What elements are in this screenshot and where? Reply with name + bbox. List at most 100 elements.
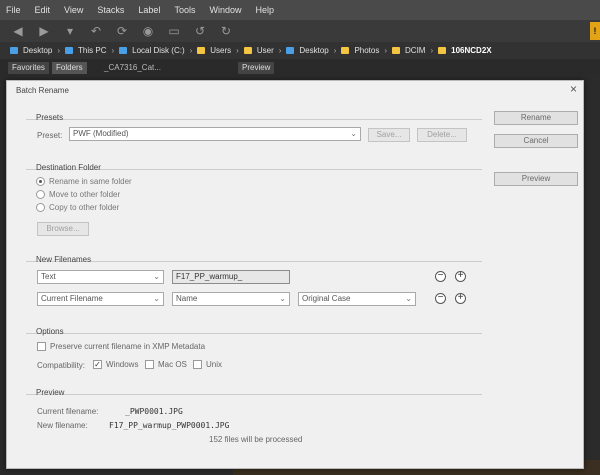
- current-filename-label: Current filename:: [37, 407, 99, 416]
- breadcrumb-item[interactable]: User: [257, 46, 274, 55]
- folder-icon: [197, 47, 206, 54]
- content-item-filename[interactable]: _CA7316_Cat...: [100, 62, 165, 74]
- menu-view[interactable]: View: [64, 5, 83, 15]
- folder-icon: [243, 47, 252, 54]
- reveal-icon[interactable]: ↶: [88, 24, 104, 38]
- back-icon[interactable]: ◀: [10, 24, 26, 38]
- radio-copy-other-folder[interactable]: Copy to other folder: [36, 203, 119, 212]
- preview-title: Preview: [36, 388, 65, 397]
- radio-rename-same-folder[interactable]: Rename in same folder: [36, 177, 132, 186]
- batch-rename-dialog: Batch Rename × Rename Cancel Preview Pre…: [6, 80, 584, 469]
- unix-checkbox[interactable]: Unix: [193, 360, 222, 369]
- breadcrumb-item[interactable]: Photos: [354, 46, 379, 55]
- radio-icon: [36, 190, 45, 199]
- options-group: Options: [26, 327, 482, 378]
- add-row-button[interactable]: +: [455, 293, 466, 304]
- text-token-input[interactable]: F17_PP_warmup_: [172, 270, 290, 284]
- checkbox-icon: [145, 360, 154, 369]
- menu-edit[interactable]: Edit: [35, 5, 51, 15]
- filename-part-select[interactable]: Name ⌄: [172, 292, 290, 306]
- breadcrumb-item[interactable]: Desktop: [23, 46, 52, 55]
- chevron-down-icon: ⌄: [350, 129, 357, 138]
- presets-title: Presets: [36, 113, 64, 122]
- preset-select-value: PWF (Modified): [73, 129, 129, 138]
- case-select[interactable]: Original Case ⌄: [298, 292, 416, 306]
- current-filename-value: _PWP0001.JPG: [125, 407, 183, 416]
- new-filenames-title: New Filenames: [36, 255, 92, 264]
- menu-file[interactable]: File: [6, 5, 21, 15]
- add-row-button[interactable]: +: [455, 271, 466, 282]
- breadcrumb-item[interactable]: DCIM: [405, 46, 425, 55]
- breadcrumb-current[interactable]: 106NCD2X: [451, 46, 491, 55]
- preview-button[interactable]: Preview: [494, 172, 578, 186]
- chevron-right-icon: ›: [57, 46, 61, 55]
- breadcrumb-item[interactable]: Local Disk (C:): [132, 46, 184, 55]
- radio-move-other-folder[interactable]: Move to other folder: [36, 190, 120, 199]
- breadcrumb-item[interactable]: Users: [210, 46, 231, 55]
- delete-preset-button[interactable]: Delete...: [417, 128, 467, 142]
- token-type-select-2[interactable]: Current Filename ⌄: [37, 292, 164, 306]
- radio-icon: [36, 203, 45, 212]
- menu-tools[interactable]: Tools: [174, 5, 195, 15]
- remove-row-button[interactable]: −: [435, 293, 446, 304]
- breadcrumb-item[interactable]: Desktop: [299, 46, 328, 55]
- chevron-down-icon: ⌄: [279, 294, 286, 303]
- close-icon[interactable]: ×: [570, 82, 577, 96]
- tab-preview[interactable]: Preview: [238, 62, 275, 74]
- save-preset-button[interactable]: Save...: [368, 128, 410, 142]
- folder-icon: [341, 47, 350, 54]
- breadcrumb-item[interactable]: This PC: [78, 46, 106, 55]
- new-filename-value: F17_PP_warmup_PWP0001.JPG: [109, 421, 230, 430]
- pc-icon: [65, 47, 74, 54]
- compatibility-label: Compatibility:: [37, 361, 86, 370]
- chevron-right-icon: ›: [236, 46, 239, 55]
- checkbox-icon: ✓: [93, 360, 102, 369]
- new-filename-label: New filename:: [37, 421, 88, 430]
- checkbox-icon: [37, 342, 46, 351]
- output-icon[interactable]: ▭: [166, 24, 182, 38]
- chevron-right-icon: ›: [111, 46, 115, 55]
- folder-icon: [392, 47, 401, 54]
- rotate-right-icon[interactable]: ↻: [218, 24, 234, 38]
- toolbar: ◀ ▶ ▾ ↶ ⟳ ◉ ▭ ↺ ↻: [0, 20, 600, 42]
- chevron-right-icon: ›: [333, 46, 337, 55]
- tab-favorites[interactable]: Favorites: [8, 62, 49, 74]
- tab-folders[interactable]: Folders: [52, 62, 87, 74]
- menu-bar: File Edit View Stacks Label Tools Window…: [0, 0, 600, 20]
- refresh-icon[interactable]: ⟳: [114, 24, 130, 38]
- menu-label[interactable]: Label: [138, 5, 160, 15]
- disk-icon: [119, 47, 128, 54]
- rename-button[interactable]: Rename: [494, 111, 578, 125]
- checkbox-label: Preserve current filename in XMP Metadat…: [50, 342, 206, 351]
- forward-icon[interactable]: ▶: [36, 24, 52, 38]
- checkbox-label: Windows: [106, 360, 139, 369]
- radio-label: Rename in same folder: [49, 177, 132, 186]
- camera-icon[interactable]: ◉: [140, 24, 156, 38]
- preserve-filename-checkbox[interactable]: Preserve current filename in XMP Metadat…: [37, 342, 205, 351]
- token-type-select-1[interactable]: Text ⌄: [37, 270, 164, 284]
- breadcrumb: Desktop › This PC › Local Disk (C:) › Us…: [0, 42, 600, 59]
- remove-row-button[interactable]: −: [435, 271, 446, 282]
- desktop-icon: [10, 47, 18, 54]
- preset-select[interactable]: PWF (Modified) ⌄: [69, 127, 361, 141]
- select-value: Name: [176, 294, 198, 303]
- dropdown-icon[interactable]: ▾: [62, 24, 78, 38]
- rotate-left-icon[interactable]: ↺: [192, 24, 208, 38]
- chevron-right-icon: ›: [384, 46, 388, 55]
- checkbox-icon: [193, 360, 202, 369]
- warning-badge[interactable]: !: [590, 22, 600, 40]
- cancel-button[interactable]: Cancel: [494, 134, 578, 148]
- windows-checkbox[interactable]: ✓ Windows: [93, 360, 138, 369]
- chevron-right-icon: ›: [189, 46, 193, 55]
- radio-label: Move to other folder: [49, 190, 121, 199]
- menu-stacks[interactable]: Stacks: [97, 5, 124, 15]
- checkbox-label: Unix: [206, 360, 223, 369]
- macos-checkbox[interactable]: Mac OS: [145, 360, 187, 369]
- chevron-right-icon: ›: [430, 46, 434, 55]
- browse-button[interactable]: Browse...: [37, 222, 89, 236]
- menu-help[interactable]: Help: [255, 5, 274, 15]
- radio-icon: [36, 177, 45, 186]
- checkbox-label: Mac OS: [158, 360, 187, 369]
- menu-window[interactable]: Window: [209, 5, 241, 15]
- desktop-icon: [286, 47, 295, 54]
